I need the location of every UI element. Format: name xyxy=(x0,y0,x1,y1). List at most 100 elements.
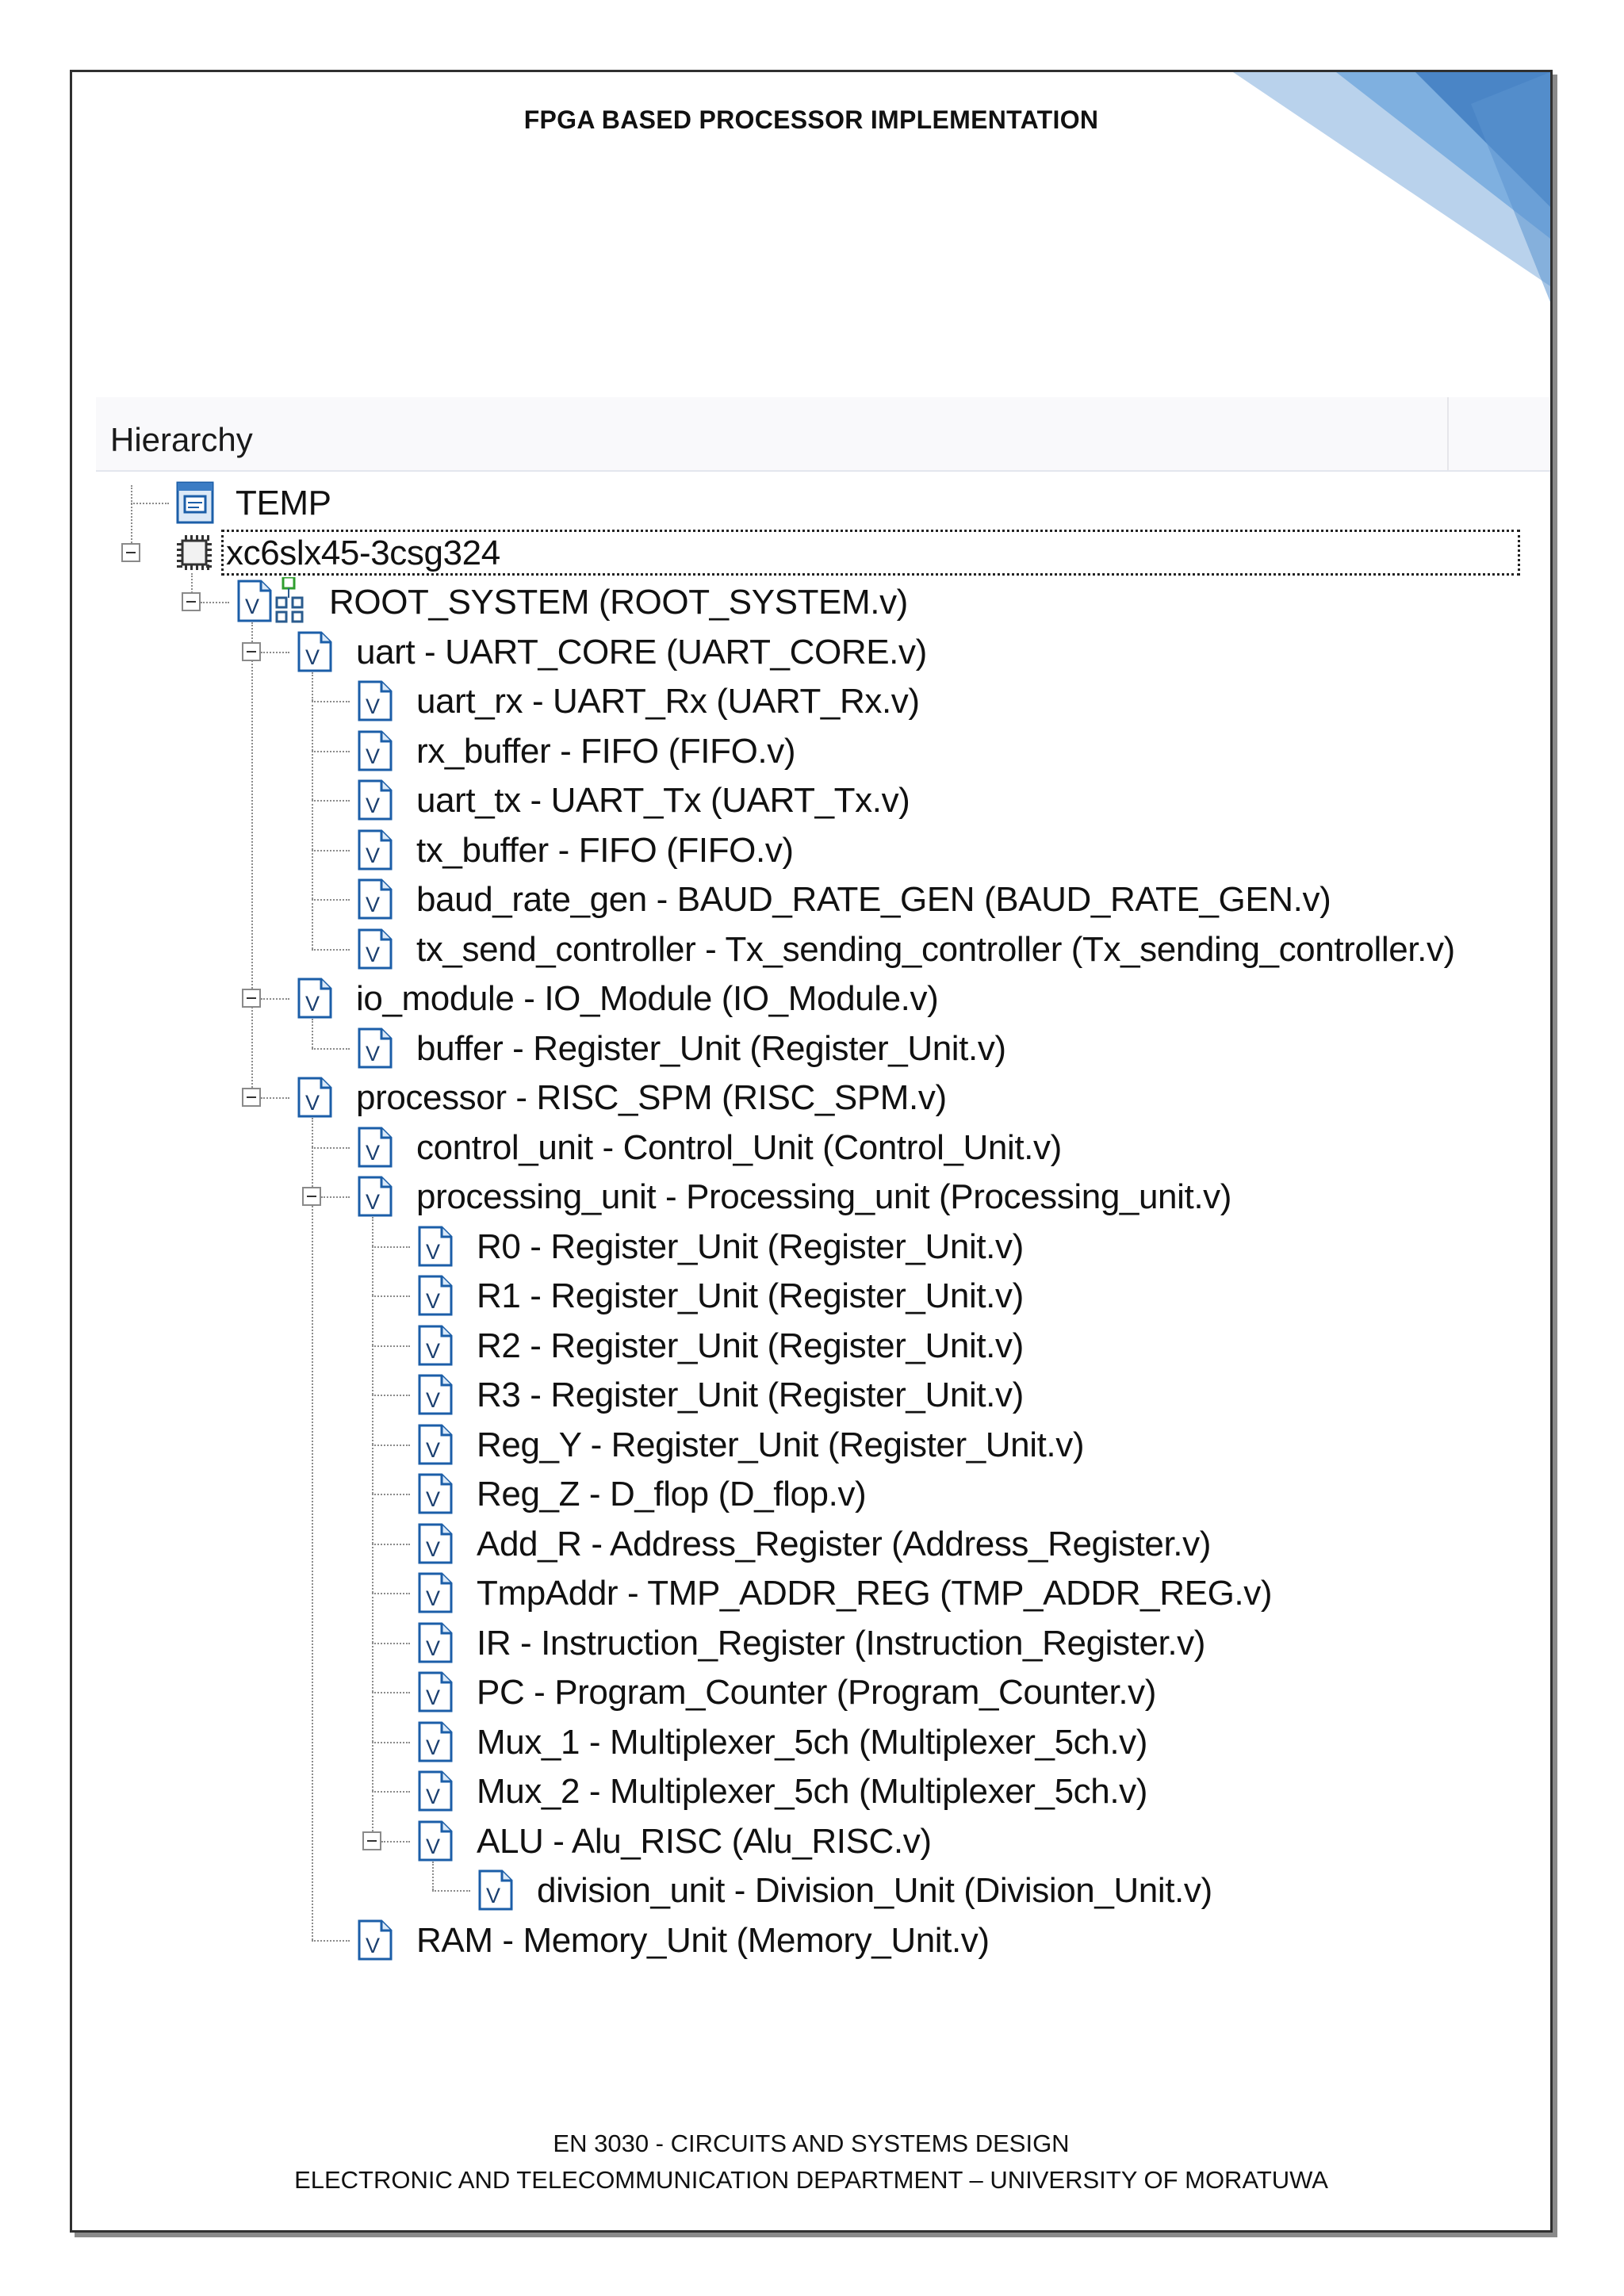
svg-text:V: V xyxy=(426,1339,440,1363)
tree-node[interactable]: V PC - Program_Counter (Program_Counter.… xyxy=(96,1667,1550,1716)
tree-node-label: uart_tx - UART_Tx (UART_Tx.v) xyxy=(416,781,910,820)
tree-node[interactable]: V uart_rx - UART_Rx (UART_Rx.v) xyxy=(96,676,1550,725)
verilog-file-icon: V xyxy=(416,1423,454,1470)
svg-text:V: V xyxy=(305,992,320,1016)
svg-text:V: V xyxy=(426,1487,440,1511)
svg-text:V: V xyxy=(366,1934,380,1957)
tree-node[interactable]: V control_unit - Control_Unit (Control_U… xyxy=(96,1123,1550,1172)
footer-course: EN 3030 - CIRCUITS AND SYSTEMS DESIGN xyxy=(553,2130,1070,2157)
svg-text:V: V xyxy=(426,1835,440,1858)
tree-node-label: Reg_Y - Register_Unit (Register_Unit.v) xyxy=(477,1425,1085,1464)
collapse-toggle-icon[interactable] xyxy=(362,1831,381,1854)
tree-node[interactable]: V uart - UART_CORE (UART_CORE.v) xyxy=(96,627,1550,676)
verilog-file-icon: V xyxy=(416,1274,454,1321)
verilog-file-icon: V xyxy=(416,1720,454,1767)
verilog-file-icon: V xyxy=(356,928,394,974)
verilog-file-icon: V xyxy=(416,1472,454,1519)
verilog-file-icon: V xyxy=(477,1869,515,1915)
tree-node[interactable]: V R1 - Register_Unit (Register_Unit.v) xyxy=(96,1271,1550,1320)
tree-node[interactable]: V Reg_Z - D_flop (D_flop.v) xyxy=(96,1469,1550,1518)
collapse-toggle-icon[interactable] xyxy=(182,592,201,615)
svg-text:V: V xyxy=(426,1240,440,1264)
tree-node-label: io_module - IO_Module (IO_Module.v) xyxy=(356,979,939,1018)
tree-node[interactable]: V tx_send_controller - Tx_sending_contro… xyxy=(96,924,1550,974)
tree-node-label: uart_rx - UART_Rx (UART_Rx.v) xyxy=(416,682,920,721)
tree-node-label: ROOT_SYSTEM (ROOT_SYSTEM.v) xyxy=(329,583,908,622)
tree-node[interactable]: V R2 - Register_Unit (Register_Unit.v) xyxy=(96,1321,1550,1370)
tree-node[interactable]: xc6slx45-3csg324 xyxy=(96,528,1550,577)
collapse-toggle-icon[interactable] xyxy=(121,542,140,566)
tree-node[interactable]: V baud_rate_gen - BAUD_RATE_GEN (BAUD_RA… xyxy=(96,874,1550,924)
collapse-toggle-icon[interactable] xyxy=(242,989,261,1012)
tree-node[interactable]: V R0 - Register_Unit (Register_Unit.v) xyxy=(96,1222,1550,1271)
svg-text:V: V xyxy=(366,844,380,867)
tree-node-label: processor - RISC_SPM (RISC_SPM.v) xyxy=(356,1078,947,1117)
tree-node-label: rx_buffer - FIFO (FIFO.v) xyxy=(416,731,796,771)
tree-node-label: Add_R - Address_Register (Address_Regist… xyxy=(477,1524,1211,1563)
collapse-toggle-icon[interactable] xyxy=(242,1088,261,1111)
tree-node[interactable]: V io_module - IO_Module (IO_Module.v) xyxy=(96,974,1550,1023)
tree-node[interactable]: V rx_buffer - FIFO (FIFO.v) xyxy=(96,726,1550,775)
svg-text:V: V xyxy=(305,645,320,669)
verilog-file-icon: V xyxy=(296,977,334,1024)
tree-node[interactable]: V Reg_Y - Register_Unit (Register_Unit.v… xyxy=(96,1420,1550,1469)
tree-node[interactable]: V buffer - Register_Unit (Register_Unit.… xyxy=(96,1024,1550,1073)
svg-text:V: V xyxy=(426,1438,440,1462)
project-icon xyxy=(175,480,216,529)
verilog-file-icon: V xyxy=(416,1770,454,1816)
verilog-file-icon: V xyxy=(416,1571,454,1618)
verilog-file-icon: V xyxy=(416,1820,454,1866)
tree-node-label: IR - Instruction_Register (Instruction_R… xyxy=(477,1623,1206,1663)
tree-node[interactable]: V R3 - Register_Unit (Register_Unit.v) xyxy=(96,1370,1550,1419)
selection-focus-rect xyxy=(221,529,1520,576)
tree-node-label: tx_buffer - FIFO (FIFO.v) xyxy=(416,830,794,870)
verilog-file-icon: V xyxy=(416,1670,454,1717)
footer-department: ELECTRONIC AND TELECOMMUNICATION DEPARTM… xyxy=(294,2166,1328,2194)
verilog-file-icon: V xyxy=(356,779,394,825)
tree-node[interactable]: V processing_unit - Processing_unit (Pro… xyxy=(96,1172,1550,1221)
tree-node[interactable]: V Add_R - Address_Register (Address_Regi… xyxy=(96,1519,1550,1568)
tree-node-label: R3 - Register_Unit (Register_Unit.v) xyxy=(477,1376,1024,1414)
verilog-file-icon: V xyxy=(356,1919,394,1965)
tree-node[interactable]: V IR - Instruction_Register (Instruction… xyxy=(96,1618,1550,1667)
tree-node[interactable]: V tx_buffer - FIFO (FIFO.v) xyxy=(96,825,1550,874)
verilog-file-icon: V xyxy=(356,679,394,726)
tree-node[interactable]: V Mux_2 - Multiplexer_5ch (Multiplexer_5… xyxy=(96,1766,1550,1816)
tree-node-label: RAM - Memory_Unit (Memory_Unit.v) xyxy=(416,1920,990,1960)
tree-node-label: TEMP xyxy=(236,484,331,522)
hierarchy-panel-header: Hierarchy xyxy=(96,397,1550,472)
svg-text:V: V xyxy=(366,943,380,966)
verilog-file-icon: V xyxy=(416,1522,454,1569)
verilog-file-icon: V xyxy=(356,878,394,924)
tree-node-label: R0 - Register_Unit (Register_Unit.v) xyxy=(477,1226,1024,1266)
tree-node[interactable]: V Mux_1 - Multiplexer_5ch (Multiplexer_5… xyxy=(96,1717,1550,1766)
tree-node[interactable]: V ROOT_SYSTEM (ROOT_SYSTEM.v) xyxy=(96,576,1550,626)
verilog-file-icon: V xyxy=(296,630,334,677)
svg-text:V: V xyxy=(426,1785,440,1808)
verilog-file-icon: V xyxy=(416,1621,454,1668)
tree-node[interactable]: V TmpAddr - TMP_ADDR_REG (TMP_ADDR_REG.v… xyxy=(96,1568,1550,1617)
tree-node-label: TmpAddr - TMP_ADDR_REG (TMP_ADDR_REG.v) xyxy=(477,1574,1273,1613)
panel-title: Hierarchy xyxy=(110,421,253,458)
tree-node[interactable]: V uart_tx - UART_Tx (UART_Tx.v) xyxy=(96,775,1550,825)
verilog-file-icon: V xyxy=(356,729,394,776)
svg-text:V: V xyxy=(366,695,380,718)
collapse-toggle-icon[interactable] xyxy=(242,641,261,665)
svg-text:V: V xyxy=(305,1091,320,1115)
collapse-toggle-icon[interactable] xyxy=(302,1187,321,1210)
tree-node-label: ALU - Alu_RISC (Alu_RISC.v) xyxy=(477,1821,932,1861)
tree-node[interactable]: V processor - RISC_SPM (RISC_SPM.v) xyxy=(96,1073,1550,1122)
tree-node[interactable]: TEMP xyxy=(96,478,1550,527)
tree-node-label: baud_rate_gen - BAUD_RATE_GEN (BAUD_RATE… xyxy=(416,880,1331,919)
document-page: FPGA BASED PROCESSOR IMPLEMENTATION Hier… xyxy=(70,70,1553,2233)
svg-text:V: V xyxy=(366,1190,380,1214)
svg-text:V: V xyxy=(426,1686,440,1709)
verilog-file-icon: V xyxy=(356,828,394,875)
svg-text:V: V xyxy=(426,1537,440,1561)
tree-node[interactable]: V RAM - Memory_Unit (Memory_Unit.v) xyxy=(96,1915,1550,1965)
verilog-file-icon: V xyxy=(356,1027,394,1073)
svg-text:V: V xyxy=(245,595,259,618)
tree-node[interactable]: V ALU - Alu_RISC (Alu_RISC.v) xyxy=(96,1816,1550,1866)
tree-node[interactable]: V division_unit - Division_Unit (Divisio… xyxy=(96,1866,1550,1915)
svg-text:V: V xyxy=(426,1636,440,1660)
